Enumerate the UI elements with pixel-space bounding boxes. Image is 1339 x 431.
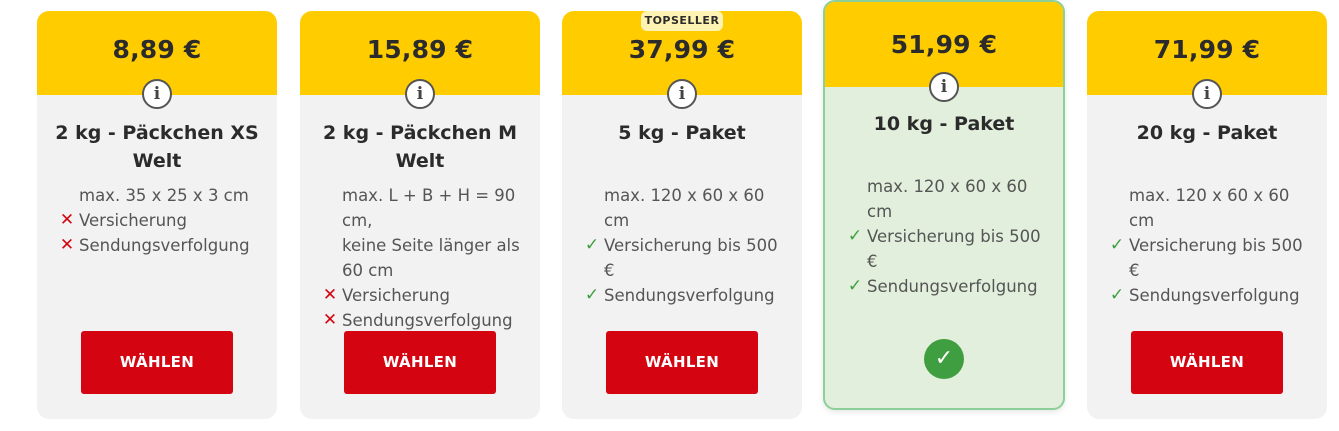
checkmark-icon: ✓ (847, 276, 863, 296)
checkmark-icon: ✓ (584, 285, 600, 305)
feature-label: Sendungsverfolgung (604, 286, 775, 305)
info-icon[interactable]: i (667, 79, 697, 109)
feature-label: Sendungsverfolgung (1129, 286, 1300, 305)
info-icon[interactable]: i (1192, 79, 1222, 109)
topseller-badge: TOPSELLER (641, 11, 723, 31)
product-title-line: 2 kg - Päckchen XS (55, 122, 259, 144)
feature-item: ✕ Versicherung (60, 208, 265, 233)
feature-list: max. 120 x 60 x 60 cm ✓ Versicherung bis… (585, 183, 790, 308)
choose-button[interactable]: WÄHLEN (81, 331, 233, 394)
cross-icon: ✕ (59, 235, 75, 255)
dimension-text: max. L + B + H = 90 cm, (342, 186, 516, 230)
feature-label: Versicherung bis 500 € (604, 236, 778, 280)
selected-check-icon: ✓ (924, 339, 964, 379)
feature-label: Versicherung (342, 286, 450, 305)
feature-item: ✕ Versicherung (323, 283, 528, 308)
feature-item: ✓ Sendungsverfolgung (848, 274, 1051, 299)
checkmark-icon: ✓ (1109, 235, 1125, 255)
checkmark-icon: ✓ (584, 235, 600, 255)
product-card-paket-10kg-selected[interactable]: 51,99 € i 10 kg - Paket max. 120 x 60 x … (823, 0, 1065, 410)
product-card-paeckchen-m: 15,89 € i 2 kg - Päckchen M Welt max. L … (300, 11, 540, 419)
feature-list: max. 120 x 60 x 60 cm ✓ Versicherung bis… (848, 174, 1051, 299)
product-title: 20 kg - Paket (1103, 119, 1311, 147)
feature-item: ✕ Sendungsverfolgung (60, 233, 265, 258)
price-label: 37,99 € (628, 35, 736, 64)
product-title: 10 kg - Paket (841, 110, 1047, 138)
product-title: 2 kg - Päckchen M Welt (316, 119, 524, 175)
feature-item: ✓ Sendungsverfolgung (1110, 283, 1315, 308)
product-title-line: 20 kg - Paket (1136, 122, 1278, 144)
feature-label: Sendungsverfolgung (79, 236, 250, 255)
feature-label: Sendungsverfolgung (342, 311, 513, 330)
product-title-line: Welt (132, 150, 182, 172)
price-label: 71,99 € (1153, 35, 1261, 64)
feature-list: max. L + B + H = 90 cm, keine Seite läng… (323, 183, 528, 333)
info-icon[interactable]: i (405, 79, 435, 109)
checkmark-icon: ✓ (847, 226, 863, 246)
choose-button[interactable]: WÄHLEN (344, 331, 496, 394)
dimension-text: max. 120 x 60 x 60 cm (867, 177, 1028, 221)
product-card-paket-20kg: 71,99 € i 20 kg - Paket max. 120 x 60 x … (1087, 11, 1327, 419)
product-card-paeckchen-xs: 8,89 € i 2 kg - Päckchen XS Welt max. 35… (37, 11, 277, 419)
feature-list: max. 35 x 25 x 3 cm ✕ Versicherung ✕ Sen… (60, 183, 265, 258)
feature-label: Versicherung bis 500 € (1129, 236, 1303, 280)
dimension-text: max. 120 x 60 x 60 cm (604, 186, 765, 230)
feature-item: ✕ Sendungsverfolgung (323, 308, 528, 333)
feature-label: Sendungsverfolgung (867, 277, 1038, 296)
feature-label: Versicherung (79, 211, 187, 230)
product-title-line: 10 kg - Paket (873, 113, 1015, 135)
product-title-line: Welt (395, 150, 445, 172)
cross-icon: ✕ (322, 285, 338, 305)
info-icon[interactable]: i (929, 72, 959, 102)
dimension-text: max. 35 x 25 x 3 cm (79, 186, 249, 205)
product-title: 2 kg - Päckchen XS Welt (53, 119, 261, 175)
feature-list: max. 120 x 60 x 60 cm ✓ Versicherung bis… (1110, 183, 1315, 308)
feature-item: ✓ Versicherung bis 500 € (1110, 233, 1315, 283)
product-card-paket-5kg: 37,99 € i 5 kg - Paket max. 120 x 60 x 6… (562, 11, 802, 419)
choose-button[interactable]: WÄHLEN (606, 331, 758, 394)
product-title-line: 5 kg - Paket (618, 122, 746, 144)
dimension-text: max. 120 x 60 x 60 cm (1129, 186, 1290, 230)
price-label: 51,99 € (890, 30, 998, 59)
product-title: 5 kg - Paket (578, 119, 786, 147)
product-title-line: 2 kg - Päckchen M (322, 122, 518, 144)
price-label: 8,89 € (112, 35, 202, 64)
feature-item: ✓ Versicherung bis 500 € (585, 233, 790, 283)
choose-button[interactable]: WÄHLEN (1131, 331, 1283, 394)
cross-icon: ✕ (59, 210, 75, 230)
info-icon[interactable]: i (142, 79, 172, 109)
feature-label: Versicherung bis 500 € (867, 227, 1041, 271)
feature-item: ✓ Sendungsverfolgung (585, 283, 790, 308)
dimension-text: keine Seite länger als (342, 236, 520, 255)
checkmark-icon: ✓ (1109, 285, 1125, 305)
dimension-text: 60 cm (342, 261, 394, 280)
cross-icon: ✕ (322, 310, 338, 330)
feature-item: ✓ Versicherung bis 500 € (848, 224, 1051, 274)
price-label: 15,89 € (366, 35, 474, 64)
